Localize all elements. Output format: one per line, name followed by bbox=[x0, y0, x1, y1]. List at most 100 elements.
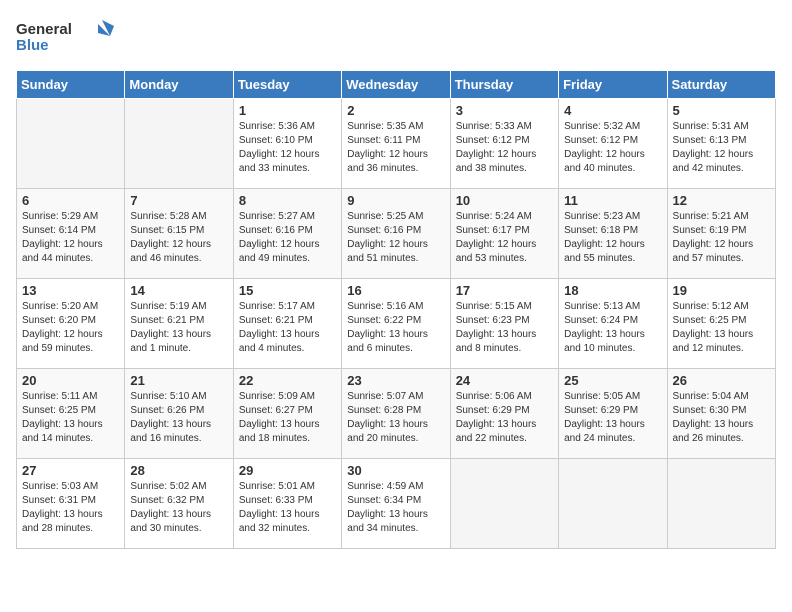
day-number: 27 bbox=[22, 463, 119, 478]
day-number: 12 bbox=[673, 193, 770, 208]
day-number: 6 bbox=[22, 193, 119, 208]
calendar-cell: 27 Sunrise: 5:03 AM Sunset: 6:31 PM Dayli… bbox=[17, 459, 125, 549]
day-number: 17 bbox=[456, 283, 553, 298]
calendar-cell: 16 Sunrise: 5:16 AM Sunset: 6:22 PM Dayli… bbox=[342, 279, 450, 369]
day-info: Sunrise: 5:19 AM Sunset: 6:21 PM Dayligh… bbox=[130, 300, 227, 356]
calendar-cell: 4Sunrise: 5:32 AM Sunset: 6:12 PM Daylig… bbox=[559, 99, 667, 189]
calendar-cell bbox=[450, 459, 558, 549]
calendar-cell: 5 Sunrise: 5:31 AM Sunset: 6:13 PM Daylig… bbox=[667, 99, 775, 189]
calendar-cell: 20 Sunrise: 5:11 AM Sunset: 6:25 PM Dayli… bbox=[17, 369, 125, 459]
day-number: 29 bbox=[239, 463, 336, 478]
calendar-week-3: 13Sunrise: 5:20 AM Sunset: 6:20 PM Dayli… bbox=[17, 279, 776, 369]
page-header: GeneralBlue bbox=[16, 16, 776, 60]
calendar-week-1: 1 Sunrise: 5:36 AM Sunset: 6:10 PM Daylig… bbox=[17, 99, 776, 189]
day-info: Sunrise: 5:28 AM Sunset: 6:15 PM Dayligh… bbox=[130, 210, 227, 266]
day-info: Sunrise: 5:11 AM Sunset: 6:25 PM Dayligh… bbox=[22, 390, 119, 446]
day-number: 1 bbox=[239, 103, 336, 118]
logo-general: General bbox=[16, 22, 72, 39]
day-info: Sunrise: 5:36 AM Sunset: 6:10 PM Dayligh… bbox=[239, 120, 336, 176]
day-info: Sunrise: 5:01 AM Sunset: 6:33 PM Dayligh… bbox=[239, 480, 336, 536]
day-info: Sunrise: 5:13 AM Sunset: 6:24 PM Dayligh… bbox=[564, 300, 661, 356]
calendar-cell: 14 Sunrise: 5:19 AM Sunset: 6:21 PM Dayli… bbox=[125, 279, 233, 369]
day-number: 18 bbox=[564, 283, 661, 298]
calendar-cell: 24 Sunrise: 5:06 AM Sunset: 6:29 PM Dayli… bbox=[450, 369, 558, 459]
day-info: Sunrise: 5:07 AM Sunset: 6:28 PM Dayligh… bbox=[347, 390, 444, 446]
day-info: Sunrise: 5:06 AM Sunset: 6:29 PM Dayligh… bbox=[456, 390, 553, 446]
weekday-header-wednesday: Wednesday bbox=[342, 71, 450, 99]
calendar-cell: 9 Sunrise: 5:25 AM Sunset: 6:16 PM Daylig… bbox=[342, 189, 450, 279]
day-number: 2 bbox=[347, 103, 444, 118]
weekday-header-saturday: Saturday bbox=[667, 71, 775, 99]
day-info: Sunrise: 5:17 AM Sunset: 6:21 PM Dayligh… bbox=[239, 300, 336, 356]
day-info: Sunrise: 5:23 AM Sunset: 6:18 PM Dayligh… bbox=[564, 210, 661, 266]
calendar-cell bbox=[125, 99, 233, 189]
day-info: Sunrise: 5:04 AM Sunset: 6:30 PM Dayligh… bbox=[673, 390, 770, 446]
calendar-week-5: 27 Sunrise: 5:03 AM Sunset: 6:31 PM Dayli… bbox=[17, 459, 776, 549]
day-number: 9 bbox=[347, 193, 444, 208]
day-info: Sunrise: 5:25 AM Sunset: 6:16 PM Dayligh… bbox=[347, 210, 444, 266]
day-number: 24 bbox=[456, 373, 553, 388]
day-info: Sunrise: 5:03 AM Sunset: 6:31 PM Dayligh… bbox=[22, 480, 119, 536]
day-info: Sunrise: 5:31 AM Sunset: 6:13 PM Dayligh… bbox=[673, 120, 770, 176]
day-number: 25 bbox=[564, 373, 661, 388]
calendar-cell: 30Sunrise: 4:59 AM Sunset: 6:34 PM Dayli… bbox=[342, 459, 450, 549]
calendar-cell: 11 Sunrise: 5:23 AM Sunset: 6:18 PM Dayli… bbox=[559, 189, 667, 279]
calendar-week-4: 20 Sunrise: 5:11 AM Sunset: 6:25 PM Dayli… bbox=[17, 369, 776, 459]
day-info: Sunrise: 5:10 AM Sunset: 6:26 PM Dayligh… bbox=[130, 390, 227, 446]
calendar-cell: 2 Sunrise: 5:35 AM Sunset: 6:11 PM Daylig… bbox=[342, 99, 450, 189]
day-number: 8 bbox=[239, 193, 336, 208]
calendar-cell: 28 Sunrise: 5:02 AM Sunset: 6:32 PM Dayli… bbox=[125, 459, 233, 549]
calendar-cell: 3 Sunrise: 5:33 AM Sunset: 6:12 PM Daylig… bbox=[450, 99, 558, 189]
day-number: 28 bbox=[130, 463, 227, 478]
calendar-cell bbox=[559, 459, 667, 549]
day-number: 22 bbox=[239, 373, 336, 388]
calendar-header: SundayMondayTuesdayWednesdayThursdayFrid… bbox=[17, 71, 776, 99]
day-number: 5 bbox=[673, 103, 770, 118]
day-number: 7 bbox=[130, 193, 227, 208]
day-number: 11 bbox=[564, 193, 661, 208]
calendar-cell: 18 Sunrise: 5:13 AM Sunset: 6:24 PM Dayli… bbox=[559, 279, 667, 369]
day-info: Sunrise: 5:32 AM Sunset: 6:12 PM Dayligh… bbox=[564, 120, 661, 176]
calendar-cell: 26 Sunrise: 5:04 AM Sunset: 6:30 PM Dayli… bbox=[667, 369, 775, 459]
day-number: 20 bbox=[22, 373, 119, 388]
day-info: Sunrise: 5:15 AM Sunset: 6:23 PM Dayligh… bbox=[456, 300, 553, 356]
day-info: Sunrise: 4:59 AM Sunset: 6:34 PM Dayligh… bbox=[347, 480, 444, 536]
calendar-cell: 1 Sunrise: 5:36 AM Sunset: 6:10 PM Daylig… bbox=[233, 99, 341, 189]
day-number: 3 bbox=[456, 103, 553, 118]
day-info: Sunrise: 5:21 AM Sunset: 6:19 PM Dayligh… bbox=[673, 210, 770, 266]
logo-text-block: GeneralBlue bbox=[16, 22, 72, 55]
weekday-header-thursday: Thursday bbox=[450, 71, 558, 99]
day-info: Sunrise: 5:35 AM Sunset: 6:11 PM Dayligh… bbox=[347, 120, 444, 176]
day-info: Sunrise: 5:05 AM Sunset: 6:29 PM Dayligh… bbox=[564, 390, 661, 446]
calendar-cell: 22 Sunrise: 5:09 AM Sunset: 6:27 PM Dayli… bbox=[233, 369, 341, 459]
logo-bird-icon bbox=[76, 16, 120, 60]
day-info: Sunrise: 5:02 AM Sunset: 6:32 PM Dayligh… bbox=[130, 480, 227, 536]
day-info: Sunrise: 5:29 AM Sunset: 6:14 PM Dayligh… bbox=[22, 210, 119, 266]
day-number: 19 bbox=[673, 283, 770, 298]
calendar-cell: 13Sunrise: 5:20 AM Sunset: 6:20 PM Dayli… bbox=[17, 279, 125, 369]
calendar-week-2: 6 Sunrise: 5:29 AM Sunset: 6:14 PM Daylig… bbox=[17, 189, 776, 279]
calendar-cell: 6 Sunrise: 5:29 AM Sunset: 6:14 PM Daylig… bbox=[17, 189, 125, 279]
logo-blue: Blue bbox=[16, 38, 72, 55]
day-info: Sunrise: 5:24 AM Sunset: 6:17 PM Dayligh… bbox=[456, 210, 553, 266]
day-info: Sunrise: 5:16 AM Sunset: 6:22 PM Dayligh… bbox=[347, 300, 444, 356]
calendar-table: SundayMondayTuesdayWednesdayThursdayFrid… bbox=[16, 70, 776, 549]
day-info: Sunrise: 5:09 AM Sunset: 6:27 PM Dayligh… bbox=[239, 390, 336, 446]
day-number: 10 bbox=[456, 193, 553, 208]
day-number: 26 bbox=[673, 373, 770, 388]
day-number: 15 bbox=[239, 283, 336, 298]
calendar-cell: 12 Sunrise: 5:21 AM Sunset: 6:19 PM Dayli… bbox=[667, 189, 775, 279]
day-number: 16 bbox=[347, 283, 444, 298]
weekday-header-monday: Monday bbox=[125, 71, 233, 99]
calendar-cell: 25 Sunrise: 5:05 AM Sunset: 6:29 PM Dayli… bbox=[559, 369, 667, 459]
weekday-header-sunday: Sunday bbox=[17, 71, 125, 99]
weekday-header-row: SundayMondayTuesdayWednesdayThursdayFrid… bbox=[17, 71, 776, 99]
calendar-cell bbox=[17, 99, 125, 189]
calendar-cell: 10 Sunrise: 5:24 AM Sunset: 6:17 PM Dayli… bbox=[450, 189, 558, 279]
calendar-cell: 15 Sunrise: 5:17 AM Sunset: 6:21 PM Dayli… bbox=[233, 279, 341, 369]
day-info: Sunrise: 5:20 AM Sunset: 6:20 PM Dayligh… bbox=[22, 300, 119, 356]
calendar-cell: 19Sunrise: 5:12 AM Sunset: 6:25 PM Dayli… bbox=[667, 279, 775, 369]
day-number: 21 bbox=[130, 373, 227, 388]
day-number: 14 bbox=[130, 283, 227, 298]
day-info: Sunrise: 5:33 AM Sunset: 6:12 PM Dayligh… bbox=[456, 120, 553, 176]
